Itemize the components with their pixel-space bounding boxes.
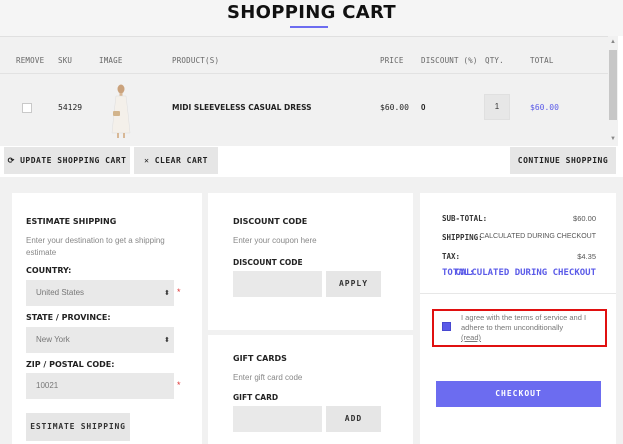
terms-label: I agree with the terms of service and I … <box>461 313 587 332</box>
gift-card-field-label: GIFT CARD <box>233 393 279 402</box>
scroll-down-icon[interactable]: ▼ <box>609 136 617 142</box>
scroll-up-icon[interactable]: ▲ <box>609 39 617 45</box>
zip-label: ZIP / POSTAL CODE: <box>26 360 115 369</box>
remove-checkbox[interactable] <box>22 103 32 113</box>
clear-cart-label: CLEAR CART <box>154 156 208 165</box>
clear-cart-button[interactable]: ✕ CLEAR CART <box>134 147 218 174</box>
header-divider <box>0 73 608 74</box>
col-header-products: PRODUCT(S) <box>172 56 220 65</box>
checkout-button[interactable]: CHECKOUT <box>436 381 601 407</box>
discount-hint: Enter your coupon here <box>233 236 317 245</box>
row-price: $60.00 <box>380 103 409 112</box>
subtotal-label: SUB-TOTAL: <box>442 214 488 223</box>
select-arrow-icon: ⬍ <box>164 337 170 344</box>
country-select[interactable]: United States <box>26 280 174 306</box>
add-gift-card-button[interactable]: ADD <box>326 406 381 432</box>
row-sku: 54129 <box>58 103 83 112</box>
col-header-sku: SKU <box>58 56 73 65</box>
select-arrow-icon: ⬍ <box>164 290 170 297</box>
tax-value: $4.35 <box>577 252 596 261</box>
update-cart-button[interactable]: ⟳ UPDATE SHOPPING CART <box>4 147 130 174</box>
continue-shopping-button[interactable]: CONTINUE SHOPPING <box>510 147 616 174</box>
country-label: COUNTRY: <box>26 266 72 275</box>
gift-cards-hint: Enter gift card code <box>233 373 303 382</box>
col-header-total: TOTAL <box>530 56 554 65</box>
quantity-input[interactable]: 1 <box>484 94 510 120</box>
discount-code-input[interactable] <box>233 271 322 297</box>
estimate-shipping-button[interactable]: ESTIMATE SHIPPING <box>26 413 130 441</box>
required-marker: * <box>177 287 181 297</box>
table-scrollbar[interactable]: ▲ ▼ <box>608 36 618 146</box>
terms-text: I agree with the terms of service and I … <box>461 313 603 343</box>
cart-table: REMOVE SKU IMAGE PRODUCT(S) PRICE DISCOU… <box>0 36 608 146</box>
shipping-value: CALCULATED DURING CHECKOUT <box>479 233 596 240</box>
subtotal-value: $60.00 <box>573 214 596 223</box>
terms-read-link[interactable]: (read) <box>461 333 481 342</box>
discount-field-label: DISCOUNT CODE <box>233 258 303 267</box>
col-header-image: IMAGE <box>99 56 123 65</box>
row-discount: 0 <box>421 103 426 112</box>
estimate-shipping-title: ESTIMATE SHIPPING <box>26 217 117 226</box>
title-underline <box>290 26 328 28</box>
scroll-thumb[interactable] <box>609 50 617 120</box>
apply-button[interactable]: APPLY <box>326 271 381 297</box>
shipping-label: SHIPPING: <box>442 233 483 242</box>
product-image[interactable] <box>108 83 134 139</box>
page-header: SHOPPING CART <box>0 0 623 36</box>
total-value: CALCULATED DURING CHECKOUT <box>455 268 596 278</box>
zip-input[interactable]: 10021 <box>26 373 174 399</box>
col-header-discount: DISCOUNT (%) <box>421 56 478 65</box>
discount-title: DISCOUNT CODE <box>233 217 308 226</box>
estimate-shipping-hint: Enter your destination to get a shipping… <box>26 236 165 257</box>
gift-cards-title: GIFT CARDS <box>233 354 287 363</box>
refresh-icon: ⟳ <box>7 156 15 165</box>
update-cart-label: UPDATE SHOPPING CART <box>20 156 127 165</box>
summary-divider <box>420 293 616 294</box>
state-select[interactable]: New York <box>26 327 174 353</box>
state-label: STATE / PROVINCE: <box>26 313 111 322</box>
terms-checkbox[interactable] <box>442 322 451 331</box>
col-header-qty: QTY. <box>485 56 504 65</box>
col-header-remove: REMOVE <box>16 56 45 65</box>
col-header-price: PRICE <box>380 56 404 65</box>
gift-card-input[interactable] <box>233 406 322 432</box>
row-product-name[interactable]: MIDI SLEEVELESS CASUAL DRESS <box>172 103 312 112</box>
required-marker: * <box>177 380 181 390</box>
row-total: $60.00 <box>530 103 559 112</box>
tax-label: TAX: <box>442 252 461 261</box>
close-icon: ✕ <box>144 156 150 165</box>
page-title: SHOPPING CART <box>227 2 396 23</box>
